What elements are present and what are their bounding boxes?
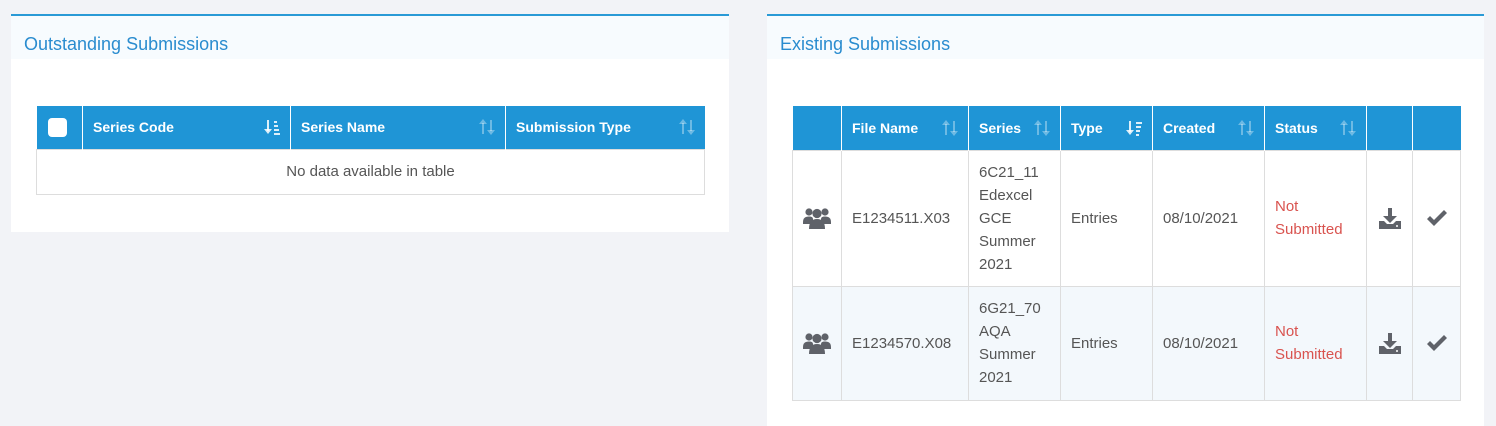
type-cell: Entries [1060,285,1153,401]
column-header-series[interactable]: Series [968,106,1061,150]
status-line: Not [1275,198,1299,215]
type-cell: Entries [1060,149,1153,287]
download-icon[interactable] [1378,206,1402,230]
column-label: Series [979,119,1022,136]
status-line: Not [1275,323,1299,340]
column-header-group [792,106,842,150]
sort-both-icon [1034,119,1050,136]
series-line: 2021 [979,369,1013,386]
column-header-submission-type[interactable]: Submission Type [505,106,705,149]
column-header-submit [1412,106,1461,150]
column-header-download [1366,106,1413,150]
file-name-cell: E1234570.X08 [841,285,969,401]
column-header-series-name[interactable]: Series Name [290,106,506,149]
column-header-status[interactable]: Status [1264,106,1367,150]
download-icon[interactable] [1378,331,1402,355]
existing-submissions-table: File Name Series Type Created Status E12… [792,106,1461,401]
series-line: 6G21_70 [979,300,1041,317]
series-line: GCE [979,209,1012,227]
column-header-series-code[interactable]: Series Code [82,106,291,149]
status-cell: Not Submitted [1264,285,1367,401]
check-icon[interactable] [1425,209,1449,229]
status-line: Submitted [1275,221,1343,238]
group-cell [792,149,842,287]
group-cell [792,285,842,401]
select-all-checkbox[interactable] [47,117,67,137]
column-label: Series Code [93,119,174,136]
table-row: E1234570.X08 6G21_70 AQA Summer 2021 Ent… [792,285,1461,401]
series-cell: 6G21_70 AQA Summer 2021 [968,285,1061,401]
outstanding-submissions-panel: Outstanding Submissions Series Code Seri… [11,14,729,232]
column-label: Status [1275,119,1318,136]
sort-amount-down-icon [264,120,280,136]
column-header-file-name[interactable]: File Name [841,106,969,150]
existing-panel-header: Existing Submissions [767,16,1484,59]
column-label: Type [1071,119,1103,136]
series-line: Summer [979,346,1036,363]
users-icon [803,208,831,230]
table-row: No data available in table [36,148,705,195]
submit-cell[interactable] [1412,149,1461,287]
sort-both-icon [678,119,695,136]
outstanding-submissions-table: Series Code Series Name Submission Type … [36,106,705,195]
download-cell[interactable] [1366,149,1413,287]
table-header-row: File Name Series Type Created Status [792,106,1461,150]
column-header-created[interactable]: Created [1152,106,1265,150]
existing-submissions-panel: Existing Submissions File Name Series Ty… [767,14,1484,426]
status-cell: Not Submitted [1264,149,1367,287]
series-line: AQA [979,323,1011,340]
series-line: Edexcel [979,186,1033,204]
sort-both-icon [1238,119,1254,136]
select-all-header[interactable] [36,106,83,149]
empty-table-message: No data available in table [36,148,705,195]
file-name-cell: E1234511.X03 [841,149,969,287]
series-cell: 6C21_11 Edexcel GCE Summer 2021 [968,149,1061,287]
sort-both-icon [479,119,495,136]
column-label: Submission Type [516,119,631,136]
sort-both-icon [1340,119,1356,136]
column-label: File Name [852,119,919,136]
series-line: Summer [979,232,1036,250]
users-icon [803,333,831,355]
submit-cell[interactable] [1412,285,1461,401]
table-header-row: Series Code Series Name Submission Type [36,106,705,149]
table-row: E1234511.X03 6C21_11 Edexcel GCE Summer … [792,149,1461,287]
outstanding-panel-title: Outstanding Submissions [24,34,229,54]
series-line: 6C21_11 [979,163,1039,181]
sort-amount-down-icon [1126,120,1142,136]
created-cell: 08/10/2021 [1152,149,1265,287]
download-cell[interactable] [1366,285,1413,401]
sort-both-icon [942,119,958,136]
column-header-type[interactable]: Type [1060,106,1153,150]
existing-panel-title: Existing Submissions [780,34,951,54]
column-label: Series Name [301,119,386,136]
status-line: Submitted [1275,346,1343,363]
check-icon[interactable] [1425,334,1449,354]
created-cell: 08/10/2021 [1152,285,1265,401]
series-line: 2021 [979,255,1013,273]
outstanding-panel-header: Outstanding Submissions [11,16,729,59]
column-label: Created [1163,119,1216,136]
